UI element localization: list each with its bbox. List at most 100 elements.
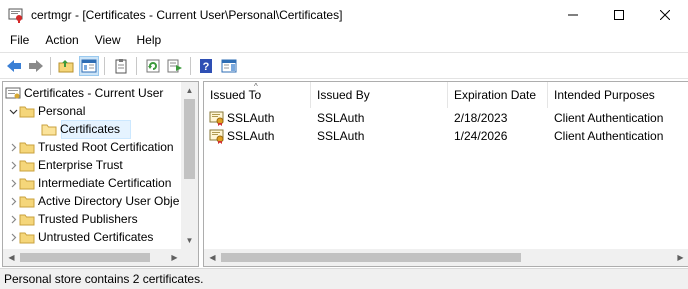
folder-icon xyxy=(19,104,35,118)
column-header-expiration-date[interactable]: Expiration Date xyxy=(448,82,548,108)
scrollbar-thumb[interactable] xyxy=(221,253,521,262)
tree-item-label: Certificates - Current User xyxy=(24,86,164,100)
forward-button[interactable] xyxy=(26,56,46,76)
toolbar-separator xyxy=(190,57,191,75)
folder-icon xyxy=(19,176,35,190)
certificate-row[interactable]: SSLAuth SSLAuth 2/18/2023 Client Authent… xyxy=(204,109,688,127)
title-bar: certmgr - [Certificates - Current User\P… xyxy=(0,0,688,30)
scroll-up-icon[interactable]: ▲ xyxy=(181,82,198,99)
toolbar-separator xyxy=(104,57,105,75)
certificate-icon xyxy=(209,111,224,126)
tree-horizontal-scrollbar[interactable]: ◀ ▶ xyxy=(3,249,183,266)
column-header-label: Issued By xyxy=(317,88,370,102)
menu-view[interactable]: View xyxy=(87,30,129,51)
scroll-left-icon[interactable]: ◀ xyxy=(3,249,20,266)
sort-ascending-icon: ^ xyxy=(254,82,258,91)
tree-item-trusted-root[interactable]: Trusted Root Certification xyxy=(7,138,174,156)
chevron-right-icon[interactable] xyxy=(7,138,19,156)
tree-item-untrusted[interactable]: Untrusted Certificates xyxy=(7,228,153,246)
chevron-right-icon[interactable] xyxy=(7,174,19,192)
column-header-label: Expiration Date xyxy=(454,88,537,102)
column-header-issued-by[interactable]: Issued By xyxy=(311,82,448,108)
menu-action[interactable]: Action xyxy=(37,30,86,51)
cell-issued-by: SSLAuth xyxy=(317,111,365,125)
refresh-button[interactable] xyxy=(143,56,163,76)
tree-item-active-directory[interactable]: Active Directory User Obje xyxy=(7,192,179,210)
folder-icon xyxy=(19,212,35,226)
minimize-icon xyxy=(568,14,578,16)
tree-item-label: Enterprise Trust xyxy=(38,158,123,172)
tree-item-label: Active Directory User Obje xyxy=(38,194,180,208)
chevron-right-icon[interactable] xyxy=(7,156,19,174)
maximize-button[interactable] xyxy=(596,0,642,30)
folder-icon xyxy=(19,158,35,172)
scrollbar-thumb[interactable] xyxy=(184,99,195,179)
tree-item-personal[interactable]: Personal xyxy=(7,102,85,120)
certificate-icon xyxy=(209,129,224,144)
cell-expiration-date: 1/24/2026 xyxy=(454,129,508,143)
export-list-button[interactable] xyxy=(165,56,185,76)
refresh-icon xyxy=(146,59,160,73)
cell-issued-by: SSLAuth xyxy=(317,129,365,143)
minimize-button[interactable] xyxy=(550,0,596,30)
cell-intended-purposes: Client Authentication xyxy=(554,111,664,125)
toolbar-separator xyxy=(50,57,51,75)
properties-button[interactable] xyxy=(111,56,131,76)
column-header-label: Intended Purposes xyxy=(554,88,655,102)
menu-help[interactable]: Help xyxy=(129,30,170,51)
close-button[interactable] xyxy=(642,0,688,30)
svg-text:?: ? xyxy=(203,61,210,73)
clipboard-icon xyxy=(115,59,127,74)
show-hide-console-tree-button[interactable] xyxy=(79,56,99,76)
show-hide-action-pane-button[interactable] xyxy=(219,56,239,76)
folder-icon xyxy=(41,122,57,136)
scroll-right-icon[interactable]: ▶ xyxy=(672,249,688,266)
up-one-level-button[interactable] xyxy=(56,56,76,76)
help-button[interactable]: ? xyxy=(196,56,216,76)
folder-icon xyxy=(19,230,35,244)
cell-expiration-date: 2/18/2023 xyxy=(454,111,508,125)
chevron-down-icon[interactable] xyxy=(7,102,19,120)
tree-item-root[interactable]: Certificates - Current User xyxy=(5,84,163,102)
tree-item-certificates[interactable]: Certificates xyxy=(41,120,120,138)
forward-arrow-icon xyxy=(29,60,43,72)
window-title: certmgr - [Certificates - Current User\P… xyxy=(31,8,343,22)
folder-icon xyxy=(19,140,35,154)
scrollbar-thumb[interactable] xyxy=(20,253,150,262)
cell-issued-to: SSLAuth xyxy=(227,111,275,125)
menu-bar: File Action View Help xyxy=(0,30,688,51)
chevron-right-icon[interactable] xyxy=(7,228,19,246)
tree-item-enterprise-trust[interactable]: Enterprise Trust xyxy=(7,156,123,174)
certificate-store-icon xyxy=(5,86,21,100)
scroll-left-icon[interactable]: ◀ xyxy=(204,249,221,266)
back-button[interactable] xyxy=(4,56,24,76)
tree-item-intermediate[interactable]: Intermediate Certification xyxy=(7,174,171,192)
certificate-list[interactable]: ^ Issued To Issued By Expiration Date In… xyxy=(203,81,688,267)
list-horizontal-scrollbar[interactable]: ◀ ▶ xyxy=(204,249,688,266)
tree-item-label: Personal xyxy=(38,104,86,118)
scroll-down-icon[interactable]: ▼ xyxy=(181,232,198,249)
chevron-right-icon[interactable] xyxy=(7,192,19,210)
tree-item-trusted-publishers[interactable]: Trusted Publishers xyxy=(7,210,138,228)
console-tree[interactable]: Certificates - Current User Personal Cer… xyxy=(2,81,199,267)
up-folder-icon xyxy=(58,60,74,73)
export-list-icon xyxy=(167,59,182,73)
help-icon: ? xyxy=(200,59,212,73)
back-arrow-icon xyxy=(7,60,21,72)
cell-intended-purposes: Client Authentication xyxy=(554,129,664,143)
tree-item-label: Trusted Publishers xyxy=(38,212,138,226)
folder-icon xyxy=(19,194,35,208)
column-header-intended-purposes[interactable]: Intended Purposes xyxy=(548,82,688,108)
tree-item-label: Trusted Root Certification xyxy=(38,140,174,154)
console-tree-icon xyxy=(81,59,97,73)
action-pane-icon xyxy=(221,59,237,73)
tree-item-label: Untrusted Certificates xyxy=(38,230,154,244)
chevron-right-icon[interactable] xyxy=(7,210,19,228)
toolbar: ? xyxy=(0,52,688,79)
menu-file[interactable]: File xyxy=(2,30,37,51)
status-text: Personal store contains 2 certificates. xyxy=(4,272,204,286)
column-header-issued-to[interactable]: ^ Issued To xyxy=(204,82,311,108)
tree-vertical-scrollbar[interactable]: ▲ ▼ xyxy=(181,82,198,249)
tree-item-label: Certificates xyxy=(60,122,121,136)
certificate-row[interactable]: SSLAuth SSLAuth 1/24/2026 Client Authent… xyxy=(204,127,688,145)
